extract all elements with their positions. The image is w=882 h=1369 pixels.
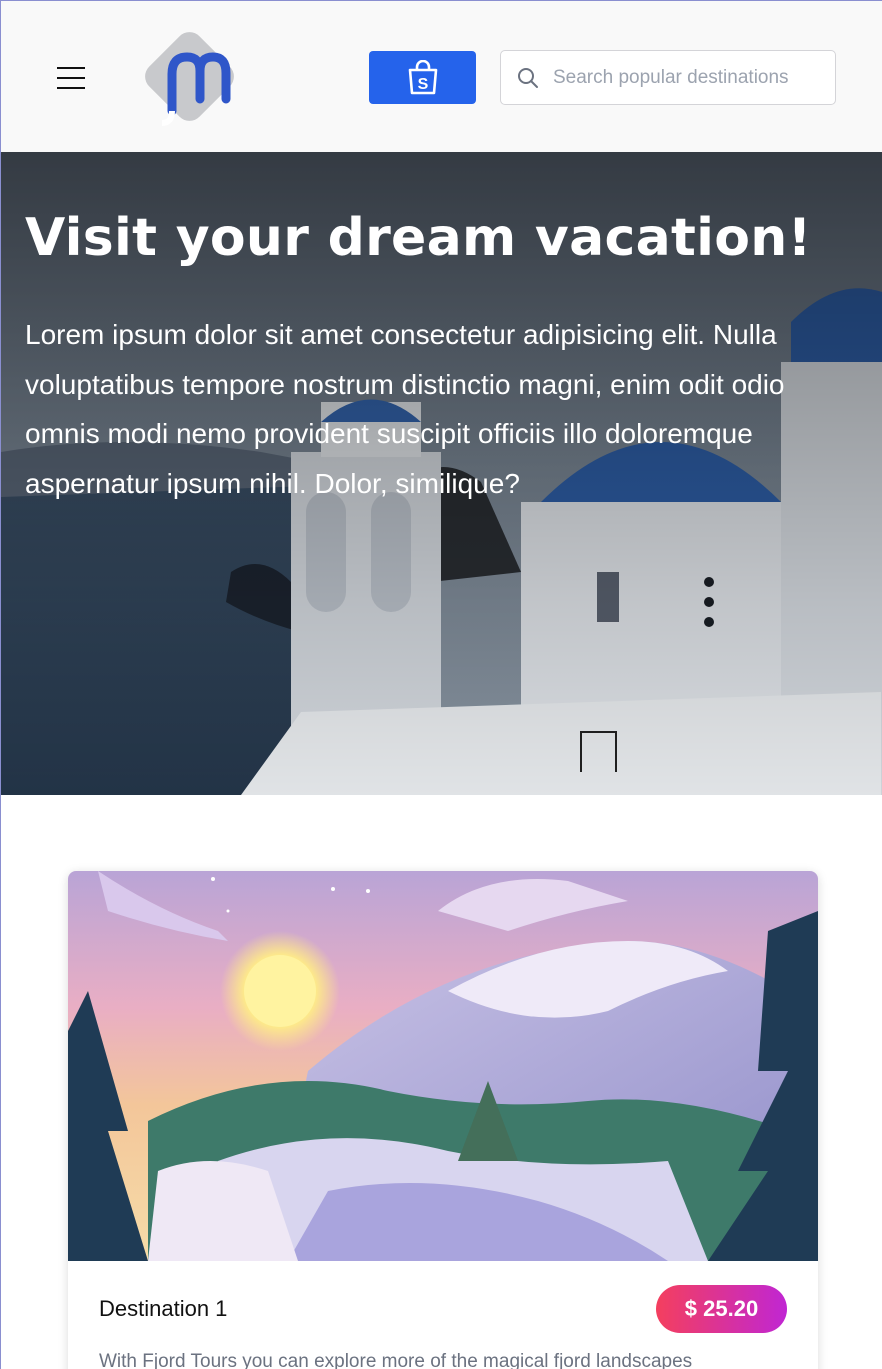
price-badge: $ 25.20 xyxy=(656,1285,787,1333)
shopping-bag-icon: S xyxy=(408,59,437,94)
cart-button[interactable]: S xyxy=(369,51,476,104)
search-icon xyxy=(518,67,538,88)
search-input[interactable] xyxy=(553,66,823,89)
hero-title: Visit your dream vacation! xyxy=(25,208,812,268)
site-header: S xyxy=(1,1,882,152)
search-box[interactable] xyxy=(500,50,836,105)
destination-title: Destination 1 xyxy=(99,1296,228,1321)
destination-image xyxy=(68,871,818,1261)
logo[interactable] xyxy=(132,19,247,134)
svg-text:S: S xyxy=(417,76,428,93)
destination-description: With Fjord Tours you can explore more of… xyxy=(99,1351,693,1369)
destination-card[interactable]: Destination 1 $ 25.20 With Fjord Tours y… xyxy=(68,871,818,1369)
hero-section: Visit your dream vacation! Lorem ipsum d… xyxy=(1,152,882,795)
hamburger-menu-icon[interactable] xyxy=(57,67,85,89)
hero-body: Lorem ipsum dolor sit amet consectetur a… xyxy=(25,319,785,499)
